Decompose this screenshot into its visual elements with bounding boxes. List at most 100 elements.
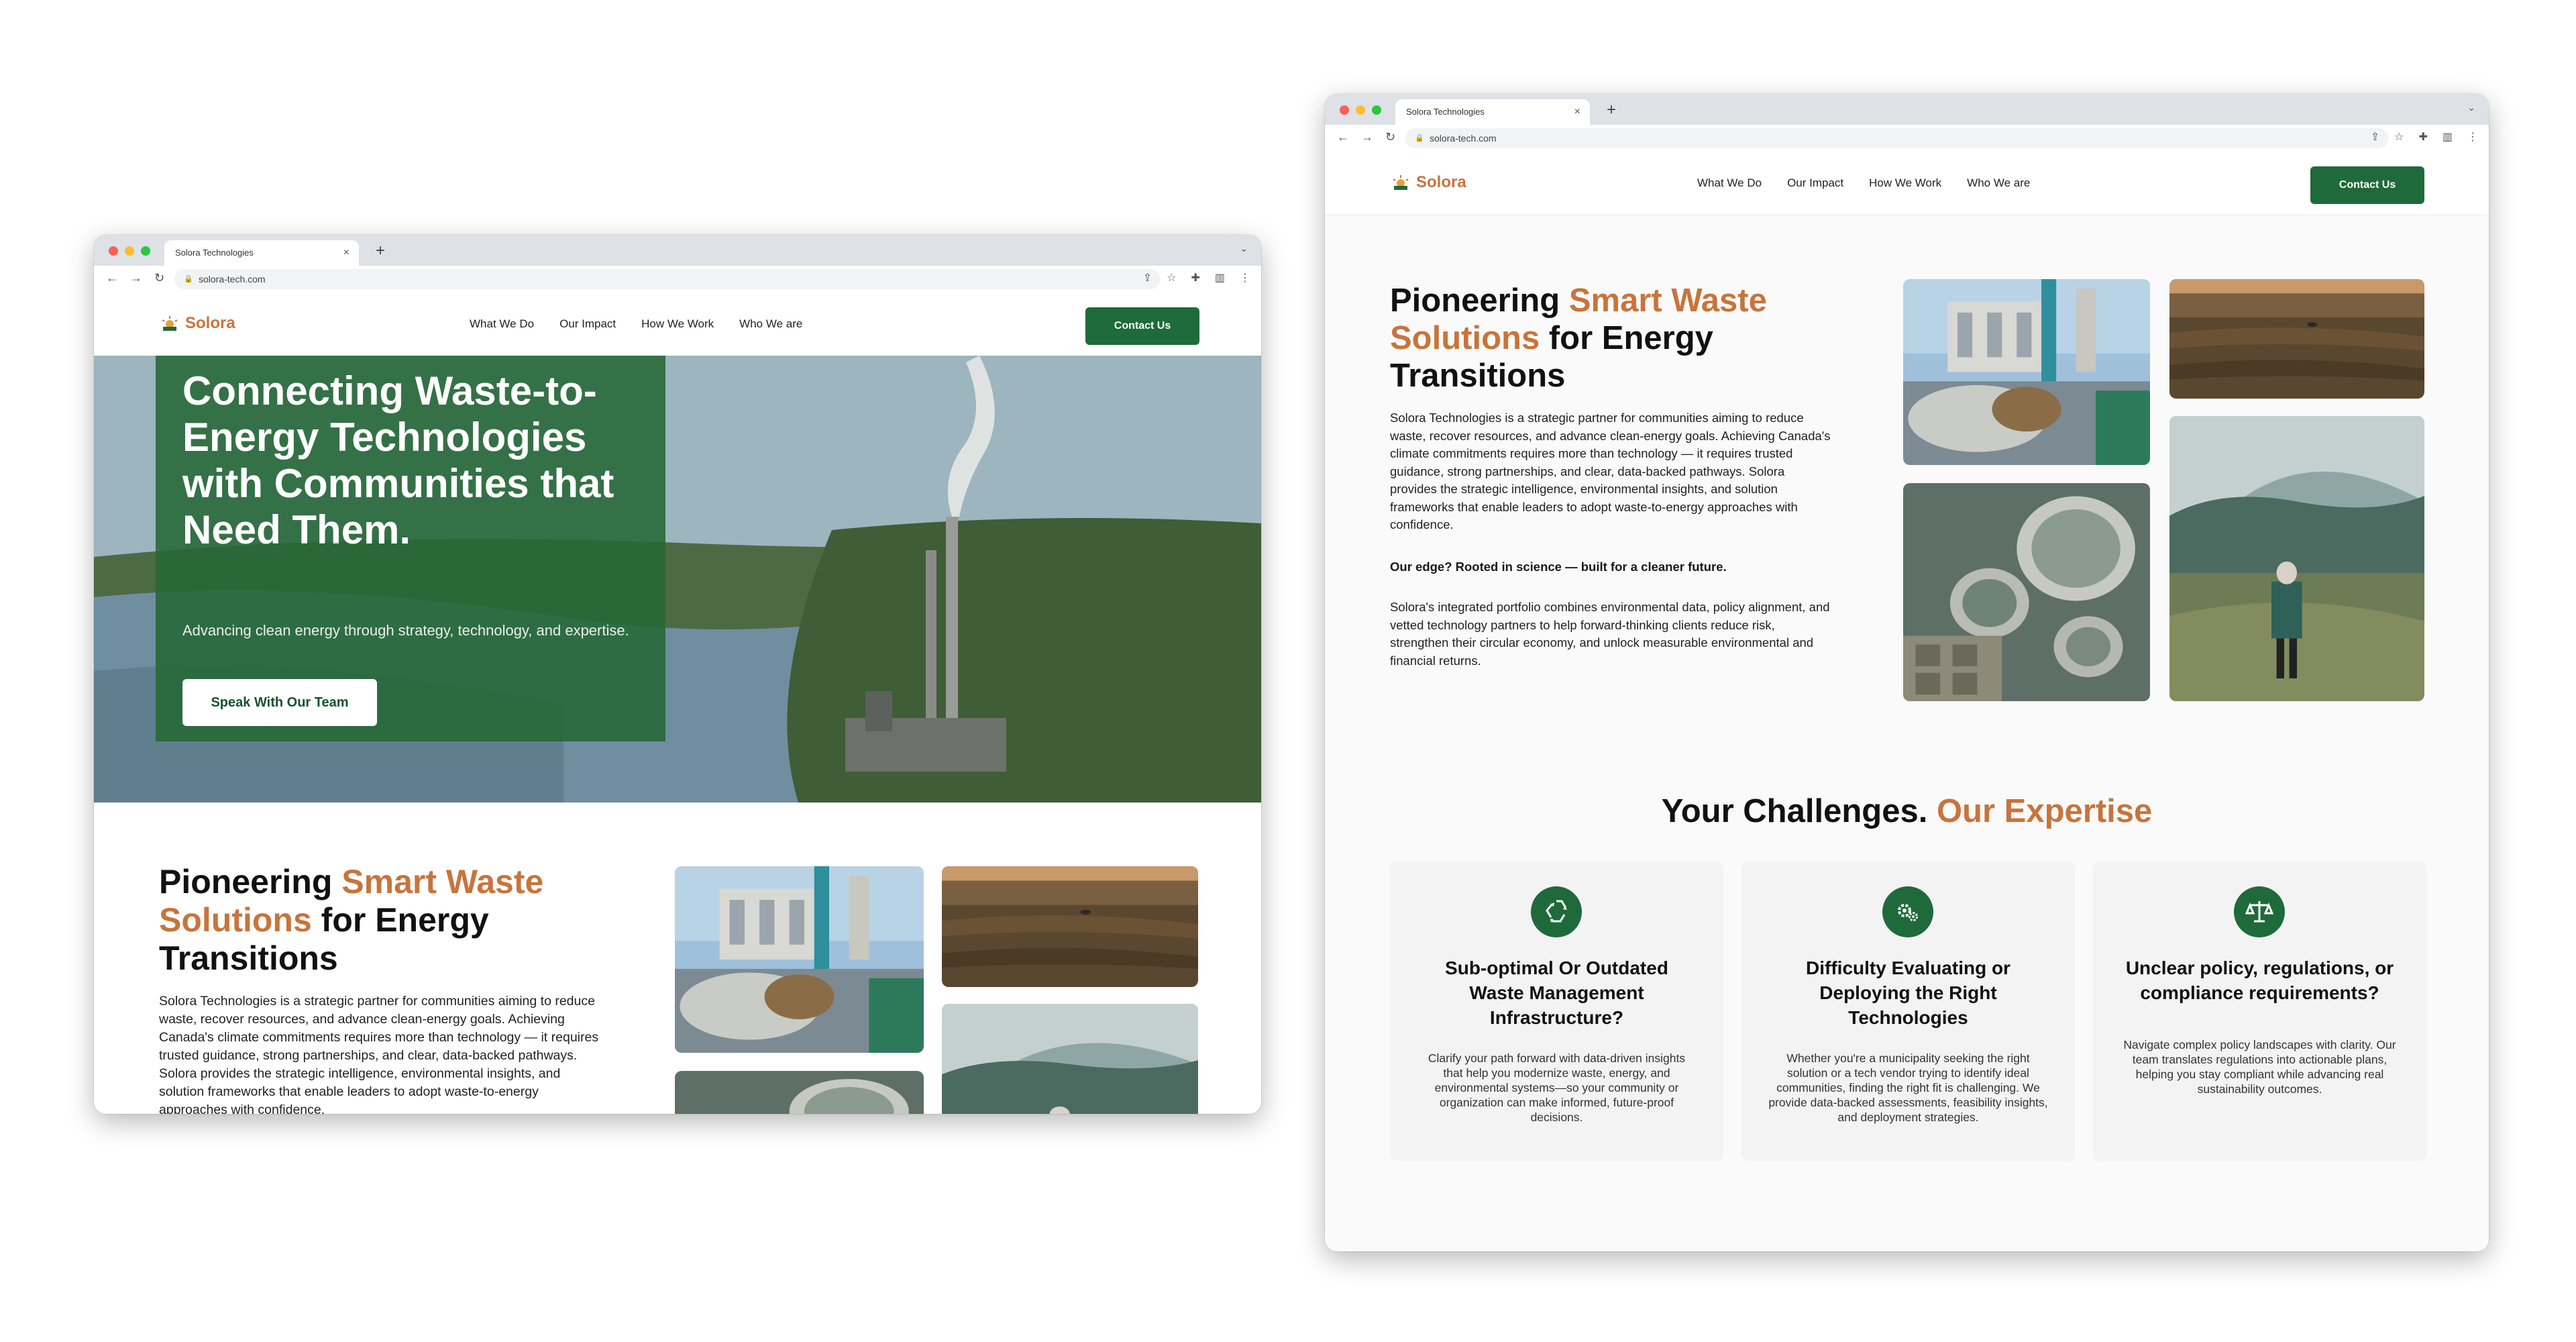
intro-title-prefix: Pioneering — [1390, 282, 1569, 319]
challenge-cards: Sub-optimal Or Outdated Waste Management… — [1390, 862, 2426, 1161]
menu-dots-icon[interactable]: ⋮ — [1240, 271, 1250, 285]
hero-overlay-box: Connecting Waste-to-Energy Technologies … — [156, 356, 665, 741]
soil-photo — [2169, 279, 2424, 399]
star-icon[interactable]: ☆ — [2394, 130, 2404, 144]
minimize-window-dot[interactable] — [1356, 105, 1365, 115]
site-header: Solora What We Do Our Impact How We Work… — [94, 293, 1261, 356]
intro-title-prefix: Pioneering — [159, 863, 342, 900]
challenge-card: Unclear policy, regulations, or complian… — [2093, 862, 2426, 1161]
close-window-dot[interactable] — [109, 246, 118, 256]
logo[interactable]: Solora — [161, 314, 235, 333]
menu-dots-icon[interactable]: ⋮ — [2467, 130, 2478, 144]
zoom-window-dot[interactable] — [141, 246, 150, 256]
url-text: solora-tech.com — [1430, 133, 1497, 144]
soil-photo — [942, 866, 1198, 987]
zoom-window-dot[interactable] — [1372, 105, 1381, 115]
plant-photo — [675, 866, 924, 1053]
share-icon[interactable]: ⇪ — [2371, 130, 2379, 144]
card-title: Difficulty Evaluating or Deploying the R… — [1806, 958, 2010, 1028]
intro-title: Pioneering Smart Waste Solutions for Ene… — [1390, 282, 1873, 395]
nav-how-we-work[interactable]: How We Work — [1869, 176, 1941, 190]
sun-logo-icon — [1392, 175, 1409, 190]
scale-icon — [2234, 886, 2285, 937]
reload-icon[interactable]: ↻ — [1385, 130, 1395, 144]
browser-tab[interactable]: Solora Technologies × — [164, 240, 359, 266]
website: Solora What We Do Our Impact How We Work… — [1325, 152, 2489, 1251]
logo-text: Solora — [185, 314, 235, 332]
sidebar-icon[interactable]: ▥ — [2443, 130, 2453, 144]
intro-title: Pioneering Smart Waste Solutions for Ene… — [159, 863, 642, 978]
new-tab-icon[interactable]: + — [376, 240, 385, 262]
reload-icon[interactable]: ↻ — [154, 271, 164, 285]
sun-logo-icon — [161, 316, 178, 331]
nav-who-we-are[interactable]: Who We are — [1967, 176, 2030, 190]
logo[interactable]: Solora — [1392, 173, 1466, 192]
back-icon[interactable]: ← — [1337, 130, 1349, 144]
card-description: Whether you're a municipality seeking th… — [1768, 1051, 2048, 1124]
forward-icon[interactable]: → — [130, 271, 142, 285]
speak-with-team-button[interactable]: Speak With Our Team — [182, 679, 377, 726]
portfolio-paragraph: Solora's integrated portfolio combines e… — [1390, 600, 1830, 668]
site-header: Solora What We Do Our Impact How We Work… — [1325, 152, 2489, 215]
lock-icon: 🔒 — [184, 275, 193, 283]
gears-icon — [1882, 886, 1933, 937]
card-title: Sub-optimal Or Outdated Waste Management… — [1445, 958, 1668, 1028]
browser-window-right: Solora Technologies × + ⌄ ← → ↻ 🔒 solora… — [1325, 94, 2489, 1251]
contact-us-button[interactable]: Contact Us — [2310, 166, 2424, 204]
star-icon[interactable]: ☆ — [1167, 271, 1176, 285]
address-bar-row: ← → ↻ 🔒 solora-tech.com ⇪ ☆ ✚ ▥ ⋮ — [1325, 125, 2489, 152]
contact-us-button[interactable]: Contact Us — [1085, 307, 1199, 345]
intro-section: Pioneering Smart Waste Solutions for Ene… — [1325, 215, 2489, 792]
plant-photo — [1903, 279, 2150, 465]
edge-statement: Our edge? Rooted in science — built for … — [1390, 560, 1727, 574]
nav-what-we-do[interactable]: What We Do — [470, 317, 534, 331]
close-tab-icon[interactable]: × — [1574, 99, 1580, 125]
extensions-icon[interactable]: ✚ — [2418, 130, 2427, 144]
hero-section: Connecting Waste-to-Energy Technologies … — [94, 356, 1261, 803]
back-icon[interactable]: ← — [106, 271, 118, 285]
intro-paragraph: Solora Technologies is a strategic partn… — [1390, 411, 1831, 531]
nav-our-impact[interactable]: Our Impact — [1787, 176, 1843, 190]
challenges-title: Your Challenges. Our Expertise — [1325, 792, 2489, 830]
main-menu: What We Do Our Impact How We Work Who We… — [1697, 176, 2030, 190]
browser-tab[interactable]: Solora Technologies × — [1395, 99, 1590, 125]
hiker-photo — [2169, 416, 2424, 701]
tab-bar: Solora Technologies × + ⌄ — [94, 235, 1261, 266]
chevron-down-icon[interactable]: ⌄ — [1240, 243, 1248, 254]
close-tab-icon[interactable]: × — [343, 240, 350, 266]
tab-title: Solora Technologies — [1406, 107, 1485, 117]
share-icon[interactable]: ⇪ — [1143, 271, 1152, 285]
tab-bar: Solora Technologies × + ⌄ — [1325, 94, 2489, 125]
nav-who-we-are[interactable]: Who We are — [739, 317, 802, 331]
hiker-photo — [942, 1004, 1198, 1114]
lock-icon: 🔒 — [1415, 134, 1424, 142]
card-title: Unclear policy, regulations, or complian… — [2125, 958, 2394, 1003]
card-description: Navigate complex policy landscapes with … — [2123, 1038, 2396, 1096]
minimize-window-dot[interactable] — [125, 246, 134, 256]
address-bar-row: ← → ↻ 🔒 solora-tech.com ⇪ ☆ ✚ ▥ ⋮ — [94, 266, 1261, 293]
website: Solora What We Do Our Impact How We Work… — [94, 293, 1261, 1114]
challenge-card: Sub-optimal Or Outdated Waste Management… — [1390, 862, 1723, 1161]
nav-how-we-work[interactable]: How We Work — [641, 317, 714, 331]
water-treatment-photo — [675, 1071, 924, 1114]
intro-paragraph: Solora Technologies is a strategic partn… — [159, 994, 599, 1114]
close-window-dot[interactable] — [1340, 105, 1349, 115]
card-description: Clarify your path forward with data-driv… — [1428, 1051, 1686, 1124]
hero-title: Connecting Waste-to-Energy Technologies … — [182, 368, 614, 552]
challenges-title-main: Your Challenges. — [1661, 793, 1928, 829]
challenges-title-accent: Our Expertise — [1936, 793, 2153, 829]
sidebar-icon[interactable]: ▥ — [1215, 271, 1225, 285]
nav-what-we-do[interactable]: What We Do — [1697, 176, 1762, 190]
extensions-icon[interactable]: ✚ — [1191, 271, 1199, 285]
nav-our-impact[interactable]: Our Impact — [559, 317, 616, 331]
new-tab-icon[interactable]: + — [1607, 99, 1616, 121]
main-menu: What We Do Our Impact How We Work Who We… — [470, 317, 802, 331]
logo-text: Solora — [1416, 173, 1466, 191]
recycle-icon — [1531, 886, 1582, 937]
url-field[interactable]: 🔒 solora-tech.com — [174, 269, 1161, 289]
url-text: solora-tech.com — [199, 274, 266, 285]
chevron-down-icon[interactable]: ⌄ — [2467, 102, 2475, 113]
url-field[interactable]: 🔒 solora-tech.com — [1405, 128, 2388, 148]
forward-icon[interactable]: → — [1361, 130, 1373, 144]
challenge-card: Difficulty Evaluating or Deploying the R… — [1741, 862, 2075, 1161]
